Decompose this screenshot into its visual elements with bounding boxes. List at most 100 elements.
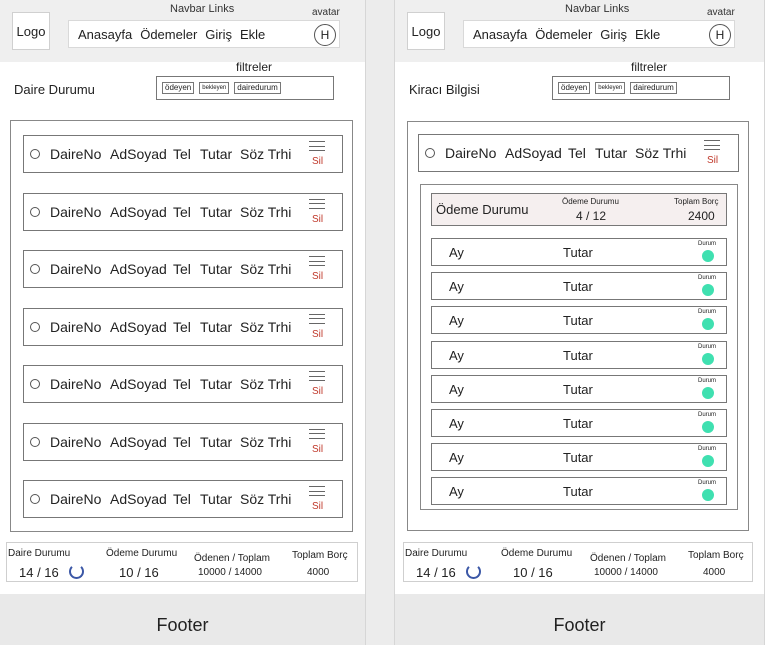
summary-odenen-label: Ödenen / Toplam	[590, 553, 666, 564]
summary-daire-value: 14 / 16	[416, 565, 456, 580]
month-label: Ay	[449, 279, 464, 295]
payment-month-row[interactable]: Ay Tutar Durum	[431, 443, 727, 472]
delete-button[interactable]: Sil	[312, 501, 323, 512]
apartment-row[interactable]: DaireNo AdSoyad Tel Tutar Söz Trhi Sil	[23, 307, 343, 346]
filters-title: filtreler	[236, 60, 273, 74]
nav-odemeler[interactable]: Ödemeler	[535, 27, 592, 42]
payment-month-row[interactable]: Ay Tutar Durum	[431, 306, 727, 335]
month-label: Ay	[449, 245, 464, 260]
col-tutar: Tutar	[200, 261, 233, 277]
col-tutar: Tutar	[595, 145, 628, 161]
col-soz-tarihi: Söz Trhi	[240, 491, 292, 507]
payment-month-row[interactable]: Ay Tutar Durum	[431, 340, 727, 369]
delete-button[interactable]: Sil	[312, 214, 323, 225]
apartment-row[interactable]: DaireNo AdSoyad Tel Tutar Söz Trhi Sil	[23, 192, 343, 231]
month-label: Ay	[449, 347, 464, 363]
delete-button[interactable]: Sil	[312, 156, 323, 167]
menu-icon[interactable]	[309, 486, 325, 496]
radio-icon[interactable]	[30, 436, 40, 447]
menu-icon[interactable]	[309, 256, 325, 266]
col-soz-tarihi: Söz Trhi	[240, 261, 292, 277]
apartment-row[interactable]: DaireNo AdSoyad Tel Tutar Söz Trhi Sil	[23, 135, 343, 173]
payment-month-row[interactable]: Ay Tutar Durum	[431, 272, 727, 301]
menu-icon[interactable]	[704, 140, 720, 150]
radio-icon[interactable]	[30, 379, 40, 389]
tenant-row[interactable]: DaireNo AdSoyad Tel Tutar Söz Trhi Sil	[418, 134, 739, 172]
col-soz-tarihi: Söz Trhi	[240, 433, 292, 450]
menu-icon[interactable]	[309, 141, 325, 151]
filter-chip-bekleyen[interactable]: bekleyen	[595, 82, 626, 94]
radio-icon[interactable]	[30, 206, 40, 217]
avatar[interactable]: H	[709, 24, 731, 46]
summary-borc-label: Toplam Borç	[688, 550, 744, 561]
menu-icon[interactable]	[309, 313, 325, 324]
menu-icon[interactable]	[309, 428, 325, 439]
filter-chip-odeyen[interactable]: ödeyen	[558, 82, 591, 94]
payment-month-row[interactable]: Ay Tutar Durum	[431, 374, 727, 403]
delete-button[interactable]: Sil	[312, 329, 323, 340]
status-dot-icon	[702, 386, 714, 399]
month-label: Ay	[449, 450, 464, 466]
right-wireframe: Logo Navbar Links Anasayfa Ödemeler Giri…	[394, 0, 765, 645]
nav-giris[interactable]: Giriş	[205, 27, 232, 42]
logo[interactable]: Logo	[407, 12, 445, 50]
apartment-row[interactable]: DaireNo AdSoyad Tel Tutar Söz Trhi Sil	[23, 422, 343, 461]
col-soz-tarihi: Söz Trhi	[635, 145, 687, 161]
col-tutar: Tutar	[200, 433, 233, 450]
col-daireno: DaireNo	[50, 261, 102, 277]
radio-icon[interactable]	[30, 494, 40, 504]
delete-button[interactable]: Sil	[312, 386, 323, 397]
delete-button[interactable]: Sil	[312, 444, 323, 455]
radio-icon[interactable]	[425, 148, 435, 158]
left-wireframe: Logo Navbar Links Anasayfa Ödemeler Giri…	[0, 0, 366, 645]
radio-icon[interactable]	[30, 321, 40, 332]
filter-chip-bekleyen[interactable]: bekleyen	[199, 82, 230, 94]
col-daireno: DaireNo	[50, 376, 102, 392]
col-soz-tarihi: Söz Trhi	[240, 318, 292, 335]
menu-icon[interactable]	[309, 371, 325, 381]
amount-label: Tutar	[563, 484, 593, 500]
navbar: Anasayfa Ödemeler Giriş Ekle	[68, 20, 340, 48]
col-tel: Tel	[173, 433, 191, 450]
filter-chip-odeyen[interactable]: ödeyen	[162, 82, 195, 94]
nav-odemeler[interactable]: Ödemeler	[140, 27, 197, 42]
nav-anasayfa[interactable]: Anasayfa	[78, 27, 132, 42]
radio-icon[interactable]	[30, 149, 40, 159]
nav-anasayfa[interactable]: Anasayfa	[473, 27, 527, 42]
col-tel: Tel	[173, 261, 191, 277]
menu-icon[interactable]	[309, 198, 325, 209]
col-tutar: Tutar	[200, 318, 233, 335]
summary-borc-label: Toplam Borç	[292, 550, 348, 561]
apartment-row[interactable]: DaireNo AdSoyad Tel Tutar Söz Trhi Sil	[23, 480, 343, 518]
nav-ekle[interactable]: Ekle	[240, 27, 265, 42]
payment-month-row[interactable]: Ay Tutar Durum	[431, 477, 727, 506]
status-dot-icon	[702, 318, 714, 331]
col-adsoyad: AdSoyad	[110, 146, 167, 162]
delete-button[interactable]: Sil	[707, 155, 718, 166]
filter-chip-dairedurum[interactable]: dairedurum	[630, 82, 677, 94]
amount-label: Tutar	[563, 313, 593, 329]
payment-debt-label: Toplam Borç	[674, 197, 719, 206]
filters-box: ödeyen bekleyen dairedurum	[156, 76, 334, 100]
apartment-row[interactable]: DaireNo AdSoyad Tel Tutar Söz Trhi Sil	[23, 250, 343, 288]
radio-icon[interactable]	[30, 264, 40, 274]
delete-button[interactable]: Sil	[312, 271, 323, 282]
col-tel: Tel	[173, 376, 191, 392]
logo[interactable]: Logo	[12, 12, 50, 50]
summary-borc-value: 4000	[703, 567, 726, 578]
payment-month-row[interactable]: Ay Tutar Durum	[431, 409, 727, 437]
month-label: Ay	[449, 484, 464, 500]
navbar: Anasayfa Ödemeler Giriş Ekle	[463, 20, 735, 48]
status-dot-icon	[702, 421, 714, 433]
payment-month-row[interactable]: Ay Tutar Durum	[431, 238, 727, 266]
nav-giris[interactable]: Giriş	[600, 27, 627, 42]
col-soz-tarihi: Söz Trhi	[240, 376, 292, 392]
summary-odeme-label: Ödeme Durumu	[501, 548, 573, 559]
summary-odeme-value: 10 / 16	[119, 565, 159, 580]
avatar[interactable]: H	[314, 24, 336, 46]
apartment-row[interactable]: DaireNo AdSoyad Tel Tutar Söz Trhi Sil	[23, 365, 343, 403]
filter-chip-dairedurum[interactable]: dairedurum	[234, 82, 281, 94]
nav-ekle[interactable]: Ekle	[635, 27, 660, 42]
col-adsoyad: AdSoyad	[110, 203, 167, 220]
status-dot-icon	[702, 250, 714, 262]
